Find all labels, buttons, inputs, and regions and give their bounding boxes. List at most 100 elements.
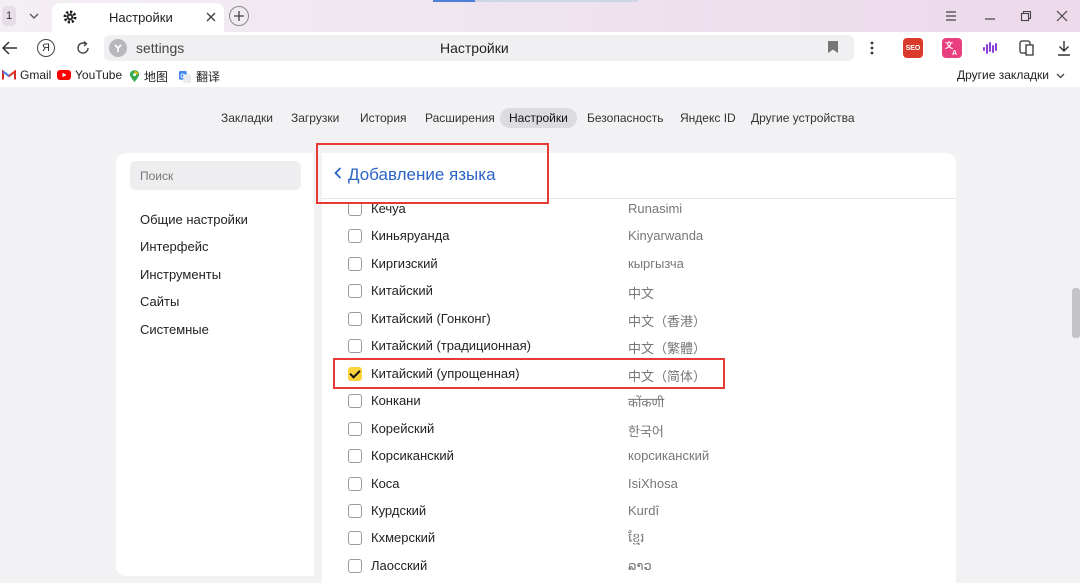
language-name: Коса — [371, 475, 400, 491]
bookmark-translate[interactable]: G 翻译 — [178, 68, 220, 85]
language-checkbox[interactable] — [348, 311, 362, 326]
nav-history[interactable]: История — [351, 108, 416, 128]
language-native-name: 中文 — [628, 286, 655, 302]
other-bookmarks[interactable]: Другие закладки — [957, 68, 1065, 82]
language-name: Китайский (упрощенная) — [371, 365, 520, 381]
language-checkbox[interactable] — [348, 558, 362, 573]
svg-text:A: A — [952, 50, 957, 57]
nav-yandex-id[interactable]: Яндекс ID — [671, 108, 745, 128]
language-name: Лаосский — [371, 557, 428, 573]
address-page-title: Настройки — [440, 40, 509, 56]
language-row[interactable]: Китайский (Гонконг) 中文（香港） — [322, 306, 956, 333]
language-name: Корейский — [371, 420, 435, 436]
language-checkbox[interactable] — [348, 202, 362, 216]
map-pin-icon — [129, 70, 140, 82]
language-row[interactable]: Китайский (традиционная) 中文（繁體） — [322, 333, 956, 360]
reload-icon[interactable] — [73, 38, 93, 58]
language-checkbox[interactable] — [348, 503, 362, 518]
address-url: settings — [136, 40, 185, 56]
translate-extension-icon[interactable]: 文A — [942, 38, 962, 58]
nav-other-devices[interactable]: Другие устройства — [742, 108, 864, 128]
bookmark-gmail[interactable]: Gmail — [2, 68, 51, 82]
sidebar-item-system[interactable]: Системные — [140, 322, 209, 337]
language-row[interactable]: Кечуа Runasimi — [322, 196, 956, 223]
language-row[interactable]: Курдский Kurdî — [322, 498, 956, 525]
nav-security[interactable]: Безопасность — [578, 108, 673, 128]
language-checkbox[interactable] — [348, 394, 362, 409]
sidebar-item-tools[interactable]: Инструменты — [140, 267, 221, 282]
language-checkbox[interactable] — [348, 366, 362, 381]
language-native-name: IsiXhosa — [628, 475, 678, 491]
page-scrollbar[interactable] — [1072, 288, 1080, 338]
address-bar[interactable]: settings Настройки — [104, 35, 854, 61]
restore-icon[interactable] — [1016, 6, 1036, 26]
nav-downloads[interactable]: Загрузки — [282, 108, 348, 128]
language-native-name: Kinyarwanda — [628, 228, 704, 244]
language-native-name: корсиканский — [628, 448, 710, 464]
close-window-icon[interactable] — [1052, 6, 1072, 26]
language-row[interactable]: Конкани कोंकणी — [322, 388, 956, 415]
bookmark-label: 地图 — [144, 70, 169, 84]
language-name: Киньяруанда — [371, 228, 450, 244]
new-tab-button[interactable] — [229, 6, 249, 26]
more-options-icon[interactable] — [862, 38, 882, 58]
audio-extension-icon[interactable] — [981, 38, 1001, 58]
language-native-name: ខ្មែរ — [628, 530, 645, 546]
menu-icon[interactable] — [941, 6, 961, 26]
tab-list-chevron-icon[interactable] — [24, 6, 44, 26]
language-checkbox[interactable] — [348, 531, 362, 546]
language-native-name: кыргызча — [628, 255, 684, 271]
close-icon[interactable] — [204, 10, 218, 24]
bookmark-maps[interactable]: 地图 — [129, 68, 168, 85]
yandex-button[interactable]: Я — [36, 38, 56, 58]
page-load-track — [475, 0, 638, 2]
language-row[interactable]: Китайский (упрощенная) 中文（简体） — [322, 361, 956, 388]
language-checkbox[interactable] — [348, 256, 362, 271]
bookmark-youtube[interactable]: YouTube — [57, 68, 122, 82]
language-row[interactable]: Киргизский кыргызча — [322, 251, 956, 278]
language-row[interactable]: Киньяруанда Kinyarwanda — [322, 223, 956, 250]
page-load-indicator — [433, 0, 475, 2]
nav-extensions[interactable]: Расширения — [416, 108, 504, 128]
bookmark-label: Gmail — [20, 68, 52, 82]
collections-icon[interactable] — [1017, 38, 1037, 58]
language-native-name: 中文（香港） — [628, 313, 707, 329]
language-row[interactable]: Лаосский ລາວ — [322, 553, 956, 580]
language-checkbox[interactable] — [348, 476, 362, 491]
language-checkbox[interactable] — [348, 421, 362, 436]
settings-search-input[interactable] — [130, 161, 301, 190]
language-name: Киргизский — [371, 255, 438, 271]
browser-toolbar: Я settings Настройки SEO 文A — [0, 32, 1080, 64]
download-icon[interactable] — [1054, 38, 1074, 58]
language-checkbox[interactable] — [348, 339, 362, 354]
chevron-down-icon — [1056, 73, 1065, 79]
language-row[interactable]: Корсиканский корсиканский — [322, 443, 956, 470]
seo-extension-icon[interactable]: SEO — [903, 38, 923, 58]
back-to-languages-button[interactable]: Добавление языка — [334, 165, 496, 185]
svg-text:文: 文 — [945, 40, 954, 50]
language-name: Курдский — [371, 502, 427, 518]
language-row[interactable]: Кхмерский ខ្មែរ — [322, 525, 956, 552]
sidebar-item-interface[interactable]: Интерфейс — [140, 239, 208, 254]
tab-settings[interactable]: Настройки — [52, 3, 224, 32]
sidebar-item-general[interactable]: Общие настройки — [140, 212, 248, 227]
settings-site-icon — [109, 39, 127, 57]
minimize-icon[interactable] — [980, 6, 1000, 26]
bookmark-label: YouTube — [75, 68, 123, 82]
language-checkbox[interactable] — [348, 449, 362, 464]
sidebar-item-sites[interactable]: Сайты — [140, 294, 179, 309]
nav-settings[interactable]: Настройки — [500, 108, 577, 128]
tab-title: Настройки — [109, 10, 173, 25]
bookmark-icon[interactable] — [827, 40, 841, 56]
language-row[interactable]: Коса IsiXhosa — [322, 471, 956, 498]
tab-count-badge[interactable]: 1 — [2, 6, 16, 26]
back-arrow-icon[interactable] — [0, 38, 20, 58]
youtube-icon — [57, 70, 71, 80]
language-row[interactable]: Китайский 中文 — [322, 278, 956, 305]
nav-bookmarks[interactable]: Закладки — [212, 108, 282, 128]
language-row[interactable]: Корейский 한국어 — [322, 416, 956, 443]
language-checkbox[interactable] — [348, 229, 362, 244]
language-checkbox[interactable] — [348, 284, 362, 299]
language-name: Китайский — [371, 283, 433, 299]
settings-section-nav: Закладки Загрузки История Расширения Нас… — [0, 108, 1080, 128]
